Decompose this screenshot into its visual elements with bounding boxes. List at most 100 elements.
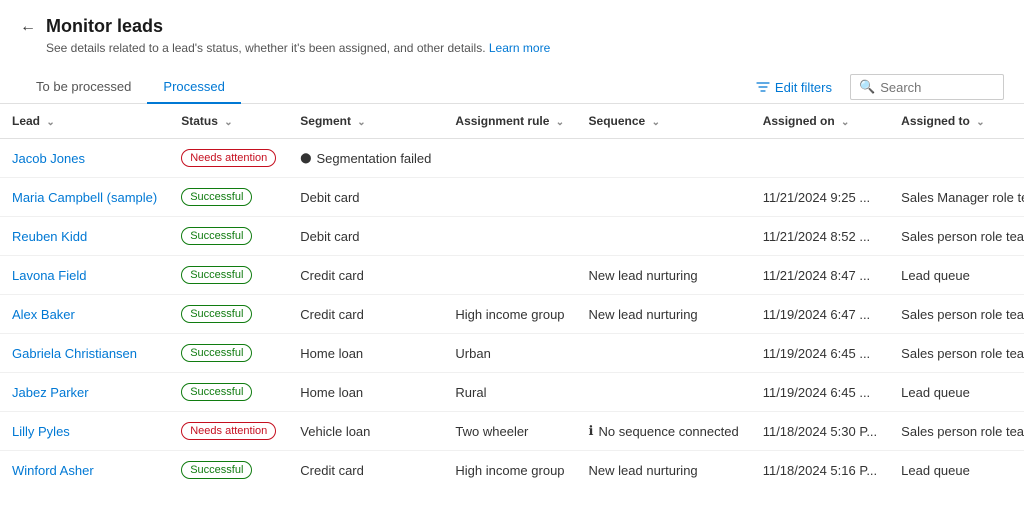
- col-header-assigned-to[interactable]: Assigned to ⌄: [889, 104, 1024, 139]
- status-badge: Successful: [181, 461, 252, 479]
- sequence-cell: New lead nurturing: [577, 451, 751, 485]
- leads-table: Lead ⌄ Status ⌄ Segment ⌄ Assignment rul…: [0, 104, 1024, 484]
- assigned-on-cell: 11/21/2024 8:47 ...: [751, 256, 889, 295]
- segment-cell: Credit card: [288, 295, 443, 334]
- assigned-to-cell: Sales person role team: [889, 412, 1024, 451]
- assigned-on-cell: [751, 139, 889, 178]
- table-row: Reuben KiddSuccessfulDebit card11/21/202…: [0, 217, 1024, 256]
- table-row: Winford Asher Successful Credit cardHigh i…: [0, 451, 1024, 485]
- col-header-assigned-on[interactable]: Assigned on ⌄: [751, 104, 889, 139]
- assignment-cell: [443, 139, 576, 178]
- toolbar-right: Edit filters 🔍: [748, 74, 1004, 100]
- col-header-segment[interactable]: Segment ⌄: [288, 104, 443, 139]
- back-button[interactable]: ←: [20, 18, 36, 36]
- table-row: Gabriela Christiansen Successful Home loan…: [0, 334, 1024, 373]
- edit-filters-label: Edit filters: [775, 80, 832, 95]
- col-header-sequence[interactable]: Sequence ⌄: [577, 104, 751, 139]
- lead-link[interactable]: Winford Asher: [12, 463, 94, 478]
- sequence-cell: New lead nurturing: [577, 256, 751, 295]
- segment-cell: Home loan: [288, 373, 443, 412]
- seg-failed-label: ⬤Segmentation failed: [300, 151, 431, 166]
- status-badge: Needs attention: [181, 149, 276, 167]
- segment-cell: Credit card: [288, 256, 443, 295]
- assigned-on-cell: 11/21/2024 9:25 ...: [751, 178, 889, 217]
- search-icon: 🔍: [859, 79, 875, 95]
- assignment-cell: [443, 256, 576, 295]
- table-row: Lavona Field Successful Credit card New lea…: [0, 256, 1024, 295]
- assignment-cell: High income group: [443, 295, 576, 334]
- lead-link[interactable]: Gabriela Christiansen: [12, 346, 137, 361]
- table-row: Alex Baker Successful Credit cardHigh inco…: [0, 295, 1024, 334]
- segment-cell: Debit card: [288, 178, 443, 217]
- page-subtitle: See details related to a lead's status, …: [46, 41, 1004, 55]
- assignment-cell: [443, 217, 576, 256]
- sort-assignment-icon: ⌄: [556, 117, 564, 128]
- lead-link[interactable]: Lavona Field: [12, 268, 86, 283]
- tabs-bar: To be processed Processed Edit filters 🔍: [0, 63, 1024, 104]
- assignment-cell: High income group: [443, 451, 576, 485]
- table-row: Lilly PylesNeeds attentionVehicle loanTw…: [0, 412, 1024, 451]
- no-seq-label: ℹNo sequence connected: [589, 423, 739, 439]
- segment-cell: Home loan: [288, 334, 443, 373]
- sort-assigned-to-icon: ⌄: [976, 117, 984, 128]
- assigned-on-cell: 11/18/2024 5:30 P...: [751, 412, 889, 451]
- page-title: Monitor leads: [46, 16, 163, 37]
- seg-failed-icon: ⬤: [300, 153, 311, 164]
- col-header-lead[interactable]: Lead ⌄: [0, 104, 169, 139]
- assignment-cell: Urban: [443, 334, 576, 373]
- table-row: Jacob Jones Needs attention ⬤Segmentation …: [0, 139, 1024, 178]
- assigned-on-cell: 11/19/2024 6:45 ...: [751, 373, 889, 412]
- no-seq-icon: ℹ: [589, 423, 594, 439]
- sort-assigned-on-icon: ⌄: [841, 117, 849, 128]
- assigned-to-cell: Sales person role team: [889, 334, 1024, 373]
- assigned-on-cell: 11/19/2024 6:45 ...: [751, 334, 889, 373]
- status-badge: Successful: [181, 266, 252, 284]
- filter-icon: [756, 80, 770, 94]
- lead-link[interactable]: Jabez Parker: [12, 385, 89, 400]
- status-badge: Successful: [181, 344, 252, 362]
- tabs: To be processed Processed: [20, 71, 241, 103]
- status-badge: Successful: [181, 305, 252, 323]
- sequence-cell: [577, 373, 751, 412]
- assigned-to-cell: [889, 139, 1024, 178]
- status-badge: Successful: [181, 383, 252, 401]
- col-header-assignment[interactable]: Assignment rule ⌄: [443, 104, 576, 139]
- lead-link[interactable]: Alex Baker: [12, 307, 75, 322]
- sequence-cell: [577, 139, 751, 178]
- assigned-to-cell: Sales Manager role te...: [889, 178, 1024, 217]
- learn-more-link[interactable]: Learn more: [489, 41, 550, 55]
- lead-link[interactable]: Reuben Kidd: [12, 229, 87, 244]
- table-row: Jabez Parker Successful Home loanRural 11/1…: [0, 373, 1024, 412]
- edit-filters-button[interactable]: Edit filters: [748, 76, 840, 99]
- assigned-to-cell: Lead queue: [889, 256, 1024, 295]
- segment-cell: Credit card: [288, 451, 443, 485]
- status-badge: Needs attention: [181, 422, 276, 440]
- segment-cell: Vehicle loan: [288, 412, 443, 451]
- table-wrapper: Lead ⌄ Status ⌄ Segment ⌄ Assignment rul…: [0, 104, 1024, 484]
- segment-cell: ⬤Segmentation failed: [288, 139, 443, 178]
- search-box[interactable]: 🔍: [850, 74, 1004, 100]
- search-input[interactable]: [880, 80, 995, 95]
- page-header: ← Monitor leads See details related to a…: [0, 0, 1024, 63]
- tab-to-be-processed[interactable]: To be processed: [20, 71, 147, 104]
- assigned-to-cell: Sales person role team: [889, 295, 1024, 334]
- assignment-cell: Rural: [443, 373, 576, 412]
- segment-cell: Debit card: [288, 217, 443, 256]
- lead-link[interactable]: Maria Campbell (sample): [12, 190, 157, 205]
- table-body: Jacob Jones Needs attention ⬤Segmentation …: [0, 139, 1024, 485]
- sort-segment-icon: ⌄: [357, 117, 365, 128]
- lead-link[interactable]: Lilly Pyles: [12, 424, 70, 439]
- status-badge: Successful: [181, 188, 252, 206]
- sequence-cell: [577, 217, 751, 256]
- table-row: Maria Campbell (sample) Successful Debit c…: [0, 178, 1024, 217]
- sequence-cell: ℹNo sequence connected: [577, 412, 751, 451]
- tab-processed[interactable]: Processed: [147, 71, 240, 104]
- col-header-status[interactable]: Status ⌄: [169, 104, 288, 139]
- assigned-to-cell: Lead queue: [889, 451, 1024, 485]
- sequence-cell: [577, 334, 751, 373]
- assigned-on-cell: 11/21/2024 8:52 ...: [751, 217, 889, 256]
- sequence-cell: [577, 178, 751, 217]
- sequence-cell: New lead nurturing: [577, 295, 751, 334]
- lead-link[interactable]: Jacob Jones: [12, 151, 85, 166]
- assigned-on-cell: 11/18/2024 5:16 P...: [751, 451, 889, 485]
